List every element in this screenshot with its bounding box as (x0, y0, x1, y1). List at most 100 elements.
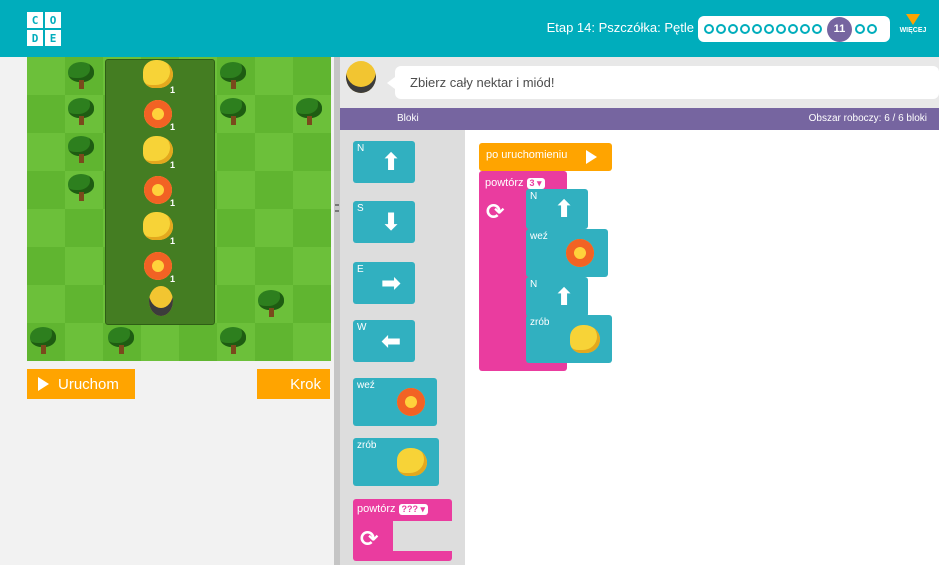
flower-icon (566, 239, 594, 267)
flower-icon (144, 252, 172, 280)
when-run-label: po uruchomieniu (486, 149, 568, 161)
maze-tile (217, 247, 255, 285)
take-nectar-block[interactable]: weź (526, 229, 608, 277)
right-arrow-icon: ➡ (381, 269, 402, 297)
tree-icon (30, 327, 56, 355)
maze-tile (293, 247, 331, 285)
repeat-count-value: ??? (401, 503, 419, 514)
move-north-block[interactable]: N ⬆ (526, 189, 588, 229)
logo-letter: D (27, 30, 43, 46)
up-arrow-icon: ⬆ (381, 148, 402, 176)
level-dot[interactable] (800, 24, 810, 34)
maze-tile (179, 323, 217, 361)
level-title: Etap 14: Pszczółka: Pętle (546, 20, 694, 35)
play-icon (38, 377, 49, 391)
more-label: WIĘCEJ (899, 27, 927, 34)
level-dot[interactable] (740, 24, 750, 34)
flower-icon (144, 100, 172, 128)
move-east-block[interactable]: E ➡ (353, 262, 415, 304)
level-dot[interactable] (788, 24, 798, 34)
maze-tile (27, 209, 65, 247)
tree-icon (296, 98, 322, 126)
maze-tile (293, 133, 331, 171)
move-west-block[interactable]: W ⬅ (353, 320, 415, 362)
level-dot[interactable] (716, 24, 726, 34)
level-progress: 11 (698, 16, 890, 42)
maze-tile (217, 133, 255, 171)
honeycomb-icon (570, 325, 600, 353)
tree-icon (220, 62, 246, 90)
maze-tile (65, 285, 103, 323)
honeycomb-icon (397, 448, 427, 476)
current-level-badge[interactable]: 11 (827, 16, 852, 42)
more-button[interactable]: WIĘCEJ (895, 14, 931, 34)
maze-tile (27, 247, 65, 285)
step-button[interactable]: Krok (257, 369, 330, 399)
take-nectar-block[interactable]: weź (353, 378, 437, 426)
logo-letter: C (27, 12, 43, 28)
level-dot[interactable] (776, 24, 786, 34)
direction-label: E (357, 264, 364, 275)
flower-icon (397, 388, 425, 416)
move-north-block[interactable]: N ⬆ (526, 277, 588, 317)
move-south-block[interactable]: S ⬇ (353, 201, 415, 243)
level-dot[interactable] (752, 24, 762, 34)
down-arrow-icon: ⬇ (381, 208, 402, 236)
maze-tile (27, 95, 65, 133)
make-honey-block[interactable]: zrób (353, 438, 439, 486)
maze-tile (217, 209, 255, 247)
honeycomb-icon (143, 60, 173, 88)
repeat-label: powtórz (357, 503, 396, 515)
resize-handle[interactable] (335, 204, 339, 212)
logo-letter: E (45, 30, 61, 46)
repeat-label: powtórz (485, 177, 524, 189)
repeat-count-value: 3 (529, 177, 535, 188)
maze-tile (141, 323, 179, 361)
maze-tile (255, 57, 293, 95)
maze-tile (255, 95, 293, 133)
maze-tile (255, 209, 293, 247)
chevron-down-icon (906, 14, 920, 25)
when-run-block[interactable]: po uruchomieniu (479, 143, 612, 171)
tree-icon (68, 62, 94, 90)
repeat-header: powtórz 3 ▾ (485, 177, 545, 189)
nectar-count: 1 (170, 122, 176, 132)
maze-tile (293, 285, 331, 323)
flower-icon (144, 176, 172, 204)
tree-icon (68, 136, 94, 164)
repeat-header: powtórz ??? ▾ (357, 503, 429, 515)
bee-icon (346, 61, 376, 93)
instruction-bubble: Zbierz cały nektar i miód! (387, 66, 939, 99)
tree-icon (68, 174, 94, 202)
repeat-block[interactable]: powtórz ??? ▾ ⟳ (353, 499, 452, 561)
repeat-count-dropdown[interactable]: 3 ▾ (526, 177, 545, 189)
maze-tile (255, 171, 293, 209)
move-north-block[interactable]: N ⬆ (353, 141, 415, 183)
maze-tile (27, 285, 65, 323)
up-arrow-icon: ⬆ (554, 195, 575, 223)
run-button[interactable]: Uruchom (27, 369, 135, 399)
direction-label: S (357, 203, 364, 214)
blocks-header-bar: Bloki Obszar roboczy: 6 / 6 bloki (340, 108, 939, 130)
maze-tile (217, 171, 255, 209)
tree-icon (68, 98, 94, 126)
maze-tile (293, 57, 331, 95)
level-dot[interactable] (704, 24, 714, 34)
repeat-slot (393, 521, 452, 551)
make-honey-block[interactable]: zrób (526, 315, 612, 363)
level-dot[interactable] (764, 24, 774, 34)
level-dot[interactable] (812, 24, 822, 34)
nectar-count: 1 (170, 274, 176, 284)
maze-tile (27, 171, 65, 209)
level-dot[interactable] (855, 24, 865, 34)
level-dot[interactable] (728, 24, 738, 34)
tree-icon (220, 98, 246, 126)
level-dot[interactable] (867, 24, 877, 34)
loop-icon: ⟳ (486, 200, 505, 225)
tree-icon (258, 290, 284, 318)
tree-icon (220, 327, 246, 355)
code-logo[interactable]: C O D E (27, 12, 61, 46)
maze-tile (255, 133, 293, 171)
loop-icon: ⟳ (360, 527, 379, 552)
repeat-count-dropdown[interactable]: ??? ▾ (398, 503, 429, 515)
